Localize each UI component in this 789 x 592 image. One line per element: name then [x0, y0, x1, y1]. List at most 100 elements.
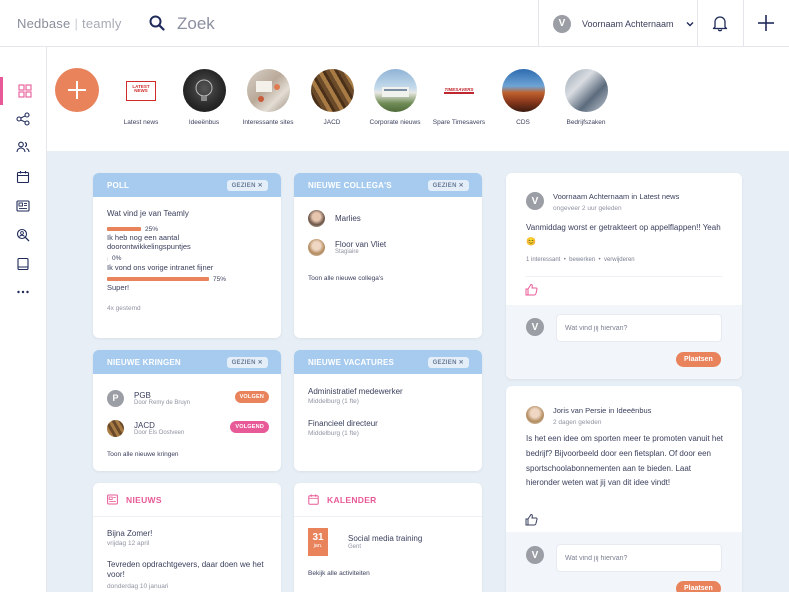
search-icon[interactable]: [149, 15, 165, 31]
circle-name: JACD: [134, 420, 155, 430]
news-item[interactable]: Tevreden opdrachtgevers, daar doen we he…: [107, 560, 272, 590]
post-author[interactable]: Joris van Persie: [553, 406, 606, 415]
poll-bar: [107, 227, 141, 231]
post-author[interactable]: Voornaam Achternaam: [553, 192, 629, 201]
sidebar-item-calendar[interactable]: [0, 163, 46, 191]
feed-post: V Voornaam Achternaam in Latest news ong…: [506, 173, 742, 379]
seen-label: GEZIEN: [231, 359, 256, 366]
interest-count[interactable]: 1 interessant: [526, 257, 560, 263]
author-avatar: [526, 406, 544, 424]
app-logo[interactable]: Nedbase | teamly: [17, 16, 122, 31]
event-item[interactable]: Social media training Gent: [348, 534, 422, 550]
news-card: NIEUWS Bijna Zomer! vrijdag 12 april Tev…: [93, 483, 281, 592]
poll-question: Wat vind je van Teamly: [107, 209, 189, 218]
user-name: Voornaam Achternaam: [582, 18, 674, 29]
sidebar-item-search[interactable]: [0, 221, 46, 249]
card-header: NIEUWE VACATURES GEZIEN ✕: [294, 350, 482, 374]
post-channel[interactable]: Ideeënbus: [616, 406, 651, 415]
card-header: NIEUWE KRINGEN GEZIEN ✕: [93, 350, 281, 374]
story-label: JACD: [323, 119, 341, 126]
follow-button[interactable]: VOLGEN: [234, 391, 269, 403]
circle-name: PGB: [134, 390, 151, 400]
poll-option[interactable]: 25% Ik heb nog een aantal doorontwikkelin…: [107, 225, 267, 252]
story-label: Corporate nieuws: [369, 119, 421, 126]
news-title: Tevreden opdrachtgevers, daar doen we he…: [107, 560, 264, 580]
bell-icon[interactable]: [711, 14, 729, 32]
card-title: NIEUWE KRINGEN: [107, 357, 181, 367]
poll-option[interactable]: 0% Ik vond ons vorige intranet fijner: [107, 255, 267, 272]
story-bedrijfszaken[interactable]: Bedrijfszaken: [551, 69, 621, 126]
brand-name: Nedbase: [17, 16, 71, 31]
seen-button[interactable]: GEZIEN ✕: [427, 179, 469, 191]
seen-button[interactable]: GEZIEN ✕: [226, 179, 268, 191]
plus-icon[interactable]: [756, 13, 776, 33]
story-jacd[interactable]: JACD: [297, 69, 367, 126]
circle-item[interactable]: JACD Door Els Oostveen VOLGEND: [107, 417, 281, 439]
story-interessante-sites[interactable]: Interessante sites: [233, 69, 303, 126]
story-label: Ideeënbus: [188, 119, 220, 126]
timesavers-logo: TIMESAVERS: [443, 87, 475, 94]
desk-photo: [255, 81, 280, 102]
poll-percent: 25%: [145, 225, 159, 233]
post-button[interactable]: Plaatsen: [676, 581, 721, 592]
post-time: 2 dagen geleden: [553, 419, 602, 426]
story-cds[interactable]: CDS: [488, 69, 558, 126]
like-icon[interactable]: [525, 513, 538, 526]
brand-product: teamly: [82, 16, 122, 31]
delete-link[interactable]: verwijderen: [604, 257, 635, 263]
vacancy-item[interactable]: Financieel directeur Middelburg (1 fte): [308, 419, 378, 437]
sidebar-item-tablet[interactable]: [0, 250, 46, 278]
post-in: in: [631, 192, 638, 201]
newspaper-icon: [16, 200, 30, 212]
grid-icon: [17, 84, 32, 98]
all-colleagues-link[interactable]: Toon alle nieuwe collega's: [308, 275, 383, 282]
user-menu[interactable]: V Voornaam Achternaam: [540, 0, 697, 47]
story-ideeenbus[interactable]: Ideeënbus: [169, 69, 239, 126]
sidebar-item-network[interactable]: [0, 105, 46, 133]
circle-owner: Door Els Oostveen: [134, 429, 185, 436]
poll-option-label: Ik heb nog een aantal doorontwikkelingsp…: [107, 233, 191, 252]
avatar: [308, 239, 325, 256]
story-latest-news[interactable]: LATEST NEWS Latest news: [106, 69, 176, 126]
top-bar: Nedbase|teamly V Voornaam Achternaam: [0, 0, 789, 47]
story-corporate-nieuws[interactable]: Corporate nieuws: [360, 69, 430, 126]
sidebar: [0, 47, 47, 592]
sidebar-item-dashboard[interactable]: [0, 77, 46, 105]
users-icon: [16, 141, 30, 153]
calendar-card: KALENDER 31 jan. Social media training G…: [294, 483, 482, 592]
seen-button[interactable]: GEZIEN ✕: [427, 356, 469, 368]
post-channel[interactable]: Latest news: [639, 192, 679, 201]
seen-button[interactable]: GEZIEN ✕: [226, 356, 268, 368]
edit-link[interactable]: bewerken: [569, 257, 595, 263]
plus-icon: [68, 81, 86, 99]
sidebar-item-more[interactable]: [0, 278, 46, 306]
story-label: Spare Timesavers: [432, 119, 486, 126]
sidebar-item-news[interactable]: [0, 192, 46, 220]
newspaper-icon: [107, 494, 118, 505]
post-time: ongeveer 2 uur geleden: [553, 205, 622, 212]
colleague-item[interactable]: Floor van Vliet Stagiaire: [308, 239, 386, 256]
story-label: Interessante sites: [242, 119, 294, 126]
like-icon[interactable]: [525, 283, 538, 296]
vacancy-title: Administratief medewerker: [308, 387, 403, 396]
post-text: Vanmiddag worst er getrakteert op appelf…: [526, 223, 721, 247]
colleague-item[interactable]: Marlies: [308, 210, 361, 227]
commenter-avatar: V: [526, 318, 544, 336]
story-spare-timesavers[interactable]: TIMESAVERS Spare Timesavers: [424, 69, 494, 126]
circle-item[interactable]: P PGB Door Remy de Bruyn VOLGEN: [107, 387, 281, 409]
all-activities-link[interactable]: Bekijk alle activiteiten: [308, 570, 370, 577]
vacancy-item[interactable]: Administratief medewerker Middelburg (1 …: [308, 387, 403, 405]
comment-input[interactable]: [556, 314, 722, 342]
add-story-button[interactable]: [55, 68, 99, 112]
post-button[interactable]: Plaatsen: [676, 352, 721, 367]
colleague-role: Stagiaire: [335, 249, 359, 255]
comment-input[interactable]: [556, 544, 722, 572]
poll-option[interactable]: 75% Super!: [107, 275, 267, 292]
search-input[interactable]: [177, 12, 507, 36]
news-item[interactable]: Bijna Zomer! vrijdag 12 april: [107, 529, 152, 547]
all-circles-link[interactable]: Toon alle nieuwe kringen: [107, 451, 179, 458]
news-date: vrijdag 12 april: [107, 540, 150, 547]
following-button[interactable]: VOLGEND: [230, 421, 269, 433]
sidebar-item-people[interactable]: [0, 133, 46, 161]
story-label: Latest news: [123, 119, 159, 126]
